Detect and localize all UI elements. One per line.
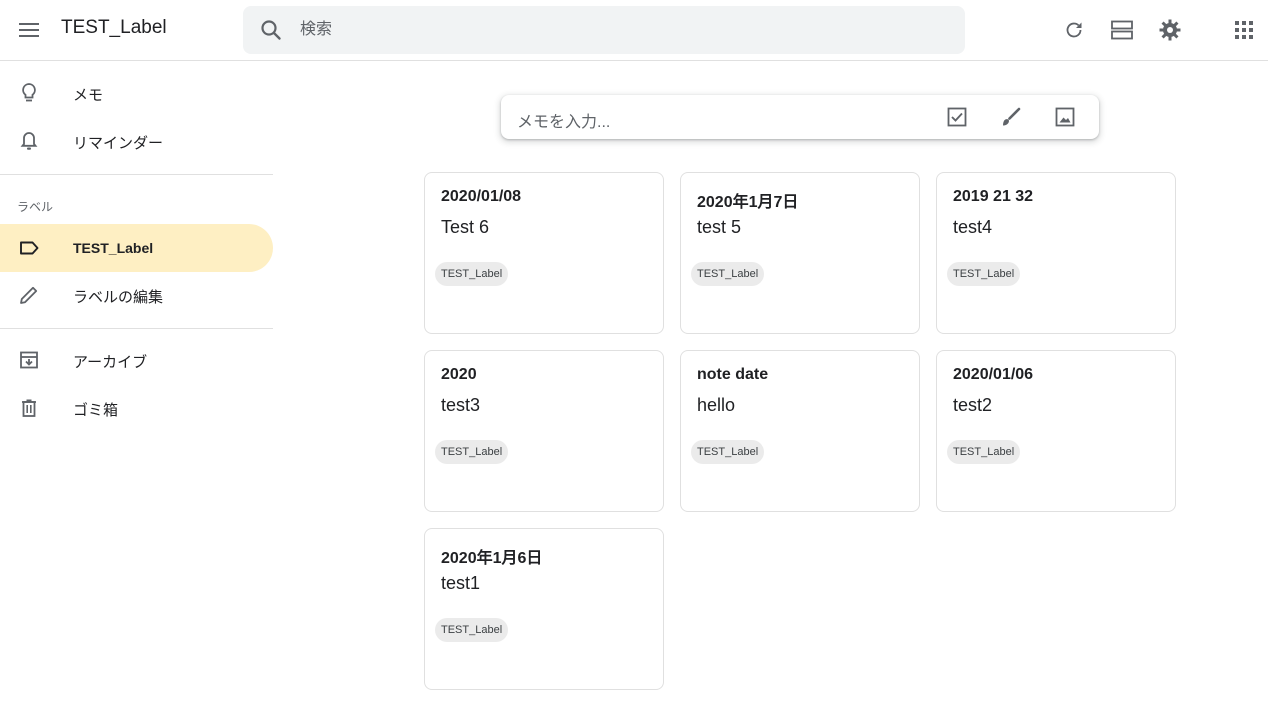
new-drawing-button[interactable] [999, 105, 1023, 129]
paintbrush-icon [1003, 107, 1021, 126]
sidebar-item-label: ゴミ箱 [73, 402, 119, 419]
trash-icon [17, 396, 41, 420]
note-title: 2020 [441, 366, 477, 383]
sidebar-item-label: リマインダー [73, 135, 164, 152]
main-menu-button[interactable] [14, 15, 44, 45]
archive-icon [17, 348, 41, 372]
sidebar-item-label: TEST_Label [73, 240, 154, 256]
gear-icon [1159, 19, 1181, 41]
labels-section-heading: ラベル [17, 200, 54, 214]
list-view-button[interactable] [1110, 18, 1134, 42]
note-card[interactable]: note date hello TEST_Label [680, 350, 920, 512]
image-icon [1055, 107, 1075, 127]
sidebar-item-test-label[interactable]: TEST_Label [0, 224, 273, 272]
take-note-placeholder[interactable]: メモを入力... [517, 108, 610, 132]
sidebar-item-label: アーカイブ [73, 354, 148, 371]
settings-button[interactable] [1158, 18, 1182, 42]
note-card[interactable]: 2019 21 32 test4 TEST_Label [936, 172, 1176, 334]
new-list-button[interactable] [945, 105, 969, 129]
sidebar-item-label: ラベルの編集 [73, 289, 164, 306]
note-title: 2020年1月7日 [697, 194, 799, 211]
note-title: 2020/01/08 [441, 188, 522, 205]
note-label-chip[interactable]: TEST_Label [435, 262, 509, 286]
note-body: Test 6 [441, 217, 490, 237]
note-label-chip[interactable]: TEST_Label [435, 440, 509, 464]
note-card[interactable]: 2020年1月7日 test 5 TEST_Label [680, 172, 920, 334]
refresh-button[interactable] [1062, 18, 1086, 42]
apps-grid-icon [1235, 21, 1253, 39]
note-body: test4 [953, 217, 993, 237]
note-card[interactable]: 2020年1月6日 test1 TEST_Label [424, 528, 664, 690]
note-label-chip[interactable]: TEST_Label [947, 440, 1021, 464]
sidebar-item-notes[interactable]: メモ [0, 69, 273, 117]
page-title: TEST_Label [61, 17, 167, 38]
app-header: TEST_Label [0, 0, 1268, 61]
checkbox-icon [947, 107, 967, 127]
search-icon[interactable] [259, 18, 283, 42]
note-card[interactable]: 2020 test3 TEST_Label [424, 350, 664, 512]
sidebar-divider [0, 328, 273, 329]
search-bar[interactable] [243, 6, 965, 54]
note-title: 2019 21 32 [953, 188, 1034, 205]
note-card[interactable]: 2020/01/06 test2 TEST_Label [936, 350, 1176, 512]
sidebar-item-label: メモ [73, 87, 104, 104]
list-view-icon [1111, 20, 1133, 40]
note-label-chip[interactable]: TEST_Label [691, 262, 765, 286]
hamburger-menu-icon [19, 23, 39, 37]
note-body: test2 [953, 395, 993, 415]
lightbulb-icon [17, 81, 41, 105]
sidebar-item-archive[interactable]: アーカイブ [0, 336, 273, 384]
new-image-button[interactable] [1053, 105, 1077, 129]
note-title: 2020/01/06 [953, 366, 1034, 383]
note-title: note date [697, 366, 769, 383]
note-label-chip[interactable]: TEST_Label [947, 262, 1021, 286]
sidebar-item-trash[interactable]: ゴミ箱 [0, 384, 273, 432]
note-title: 2020年1月6日 [441, 550, 543, 567]
note-label-chip[interactable]: TEST_Label [435, 618, 509, 642]
label-icon [17, 236, 41, 260]
note-label-chip[interactable]: TEST_Label [691, 440, 765, 464]
sidebar-item-edit-labels[interactable]: ラベルの編集 [0, 271, 273, 319]
search-input[interactable] [300, 18, 900, 42]
note-body: test1 [441, 573, 481, 593]
bell-icon [17, 129, 41, 153]
note-body: hello [697, 395, 736, 415]
pencil-icon [17, 283, 41, 307]
sidebar-divider [0, 174, 273, 175]
note-body: test 5 [697, 217, 742, 237]
refresh-icon [1066, 22, 1082, 38]
apps-button[interactable] [1232, 18, 1256, 42]
sidebar-item-reminders[interactable]: リマインダー [0, 117, 273, 165]
take-note-bar[interactable]: メモを入力... [501, 95, 1099, 139]
note-body: test3 [441, 395, 481, 415]
note-card[interactable]: 2020/01/08 Test 6 TEST_Label [424, 172, 664, 334]
